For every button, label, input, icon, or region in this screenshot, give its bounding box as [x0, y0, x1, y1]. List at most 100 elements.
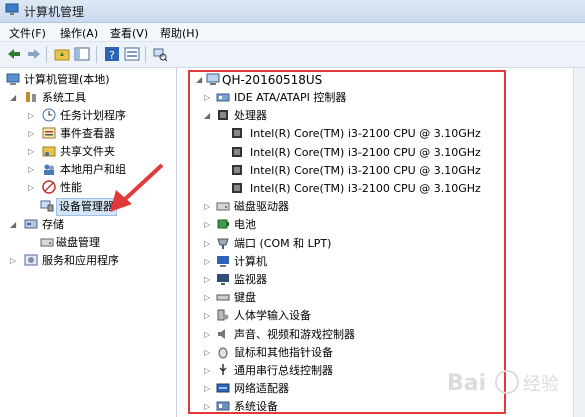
expand-triangle-icon[interactable]: ▷ [204, 330, 210, 339]
tree-label: 存储 [42, 218, 64, 231]
computer-name: QH-20160518US [222, 73, 323, 87]
processor-label: Intel(R) Core(TM) i3-2100 CPU @ 3.10GHz [250, 127, 481, 141]
tree-label: 任务计划程序 [60, 109, 126, 122]
back-arrow-icon[interactable] [6, 46, 22, 62]
clock-icon [42, 108, 56, 122]
hid-icon [217, 309, 229, 321]
menu-file[interactable]: 文件(F) [9, 25, 46, 41]
keyboard-icon [216, 294, 230, 301]
processor-icon [232, 183, 242, 193]
collapse-triangle-icon[interactable]: ◢ [10, 93, 16, 102]
device-category-label: 网络适配器 [234, 382, 289, 396]
tree-label: 系统工具 [42, 91, 86, 104]
device-category-label: 人体学输入设备 [234, 309, 311, 323]
device-category-label: 键盘 [234, 291, 256, 305]
device-category-label: 电池 [234, 218, 256, 232]
device-category-label: 端口 (COM 和 LPT) [234, 236, 332, 250]
annotation-arrow [110, 163, 164, 212]
performance-icon [42, 180, 56, 194]
menu-view[interactable]: 查看(V) [110, 25, 148, 41]
collapse-triangle-icon[interactable]: ◢ [10, 220, 16, 229]
device-category-label: 声音、视频和游戏控制器 [234, 327, 355, 341]
device-category-label: 鼠标和其他指针设备 [234, 345, 333, 359]
expand-triangle-icon[interactable]: ▷ [204, 311, 210, 320]
expand-triangle-icon[interactable]: ▷ [204, 384, 210, 393]
expand-triangle-icon[interactable]: ▷ [28, 129, 34, 138]
processor-icon [232, 128, 242, 139]
expand-triangle-icon[interactable]: ▷ [204, 402, 210, 411]
device-manager-icon [40, 200, 54, 212]
computer-management-icon [6, 73, 20, 85]
network-adapter-icon [216, 383, 230, 393]
disk-management-icon [40, 238, 54, 247]
expand-triangle-icon[interactable]: ▷ [28, 183, 34, 192]
expand-triangle-icon[interactable]: ▷ [204, 257, 210, 266]
services-icon [24, 254, 38, 266]
device-category-label: IDE ATA/ATAPI 控制器 [234, 91, 347, 104]
expand-triangle-icon[interactable]: ▷ [28, 147, 34, 156]
svg-text:Bai: Bai [447, 371, 486, 396]
ide-controller-icon [216, 93, 230, 102]
up-folder-icon[interactable] [54, 46, 70, 62]
tree-label: 事件查看器 [60, 127, 115, 140]
computer-icon [206, 73, 220, 85]
event-viewer-icon [42, 127, 56, 139]
processor-icon [232, 146, 242, 157]
help-icon[interactable]: ? [104, 46, 120, 62]
mouse-icon [218, 347, 228, 359]
expand-triangle-icon[interactable]: ▷ [28, 165, 34, 174]
svg-text:经验: 经验 [523, 374, 559, 395]
port-icon [217, 238, 229, 249]
device-category-label: 通用串行总线控制器 [234, 364, 333, 377]
menu-action[interactable]: 操作(A) [60, 25, 98, 41]
expand-triangle-icon[interactable]: ▷ [28, 111, 34, 120]
expand-triangle-icon[interactable]: ▷ [10, 256, 16, 265]
expand-triangle-icon[interactable]: ▷ [204, 202, 210, 211]
scan-hardware-icon[interactable] [152, 46, 168, 62]
usb-icon [219, 364, 227, 375]
tree-label: 计算机管理(本地) [24, 73, 110, 86]
menu-bar: 文件(F) 操作(A) 查看(V) 帮助(H) [0, 23, 585, 42]
system-tools-icon [26, 92, 36, 102]
device-category-label: 处理器 [234, 109, 267, 123]
svg-text:?: ? [109, 49, 115, 62]
title-bar: 计算机管理 [0, 0, 585, 23]
tree-label: 共享文件夹 [60, 145, 115, 158]
tree-label: 磁盘管理 [56, 236, 100, 249]
storage-icon [24, 219, 38, 229]
show-hide-tree-icon[interactable] [74, 46, 90, 62]
processor-icon [232, 164, 242, 175]
collapse-triangle-icon[interactable]: ◢ [196, 75, 202, 84]
expand-triangle-icon[interactable]: ▷ [204, 348, 210, 357]
battery-icon [217, 219, 229, 229]
device-category-label: 监视器 [234, 273, 267, 286]
shared-folder-icon [42, 146, 56, 157]
tree-label: 服务和应用程序 [42, 254, 119, 267]
processor-icon [218, 110, 228, 121]
device-category-label: 系统设备 [234, 400, 278, 414]
computer-icon [217, 255, 229, 267]
expand-triangle-icon[interactable]: ▷ [204, 275, 210, 284]
tree-label: 性能 [60, 181, 82, 194]
processor-label: Intel(R) Core(TM) i3-2100 CPU @ 3.10GHz [250, 163, 481, 177]
expand-triangle-icon[interactable]: ▷ [204, 93, 210, 102]
system-device-icon [216, 401, 230, 411]
toolbar: ? [0, 42, 585, 68]
forward-arrow-icon[interactable] [26, 46, 42, 62]
expand-triangle-icon[interactable]: ▷ [204, 220, 210, 229]
monitor-icon [217, 274, 229, 285]
processor-label: Intel(R) Core(TM) i3-2100 CPU @ 3.10GHz [250, 145, 481, 159]
computer-management-icon [5, 3, 19, 15]
menu-help[interactable]: 帮助(H) [160, 25, 199, 41]
expand-triangle-icon[interactable]: ▷ [204, 366, 210, 375]
window-title: 计算机管理 [24, 5, 85, 19]
device-category-label: 磁盘驱动器 [234, 200, 289, 214]
expand-triangle-icon[interactable]: ▷ [204, 239, 210, 248]
collapse-triangle-icon[interactable]: ◢ [204, 111, 210, 120]
expand-triangle-icon[interactable]: ▷ [204, 293, 210, 302]
device-category-label: 计算机 [234, 254, 267, 268]
processor-label: Intel(R) Core(TM) i3-2100 CPU @ 3.10GHz [250, 182, 481, 195]
sound-icon [218, 328, 225, 339]
properties-icon[interactable] [124, 46, 140, 62]
baidu-watermark: Bai 经验 [447, 370, 559, 396]
